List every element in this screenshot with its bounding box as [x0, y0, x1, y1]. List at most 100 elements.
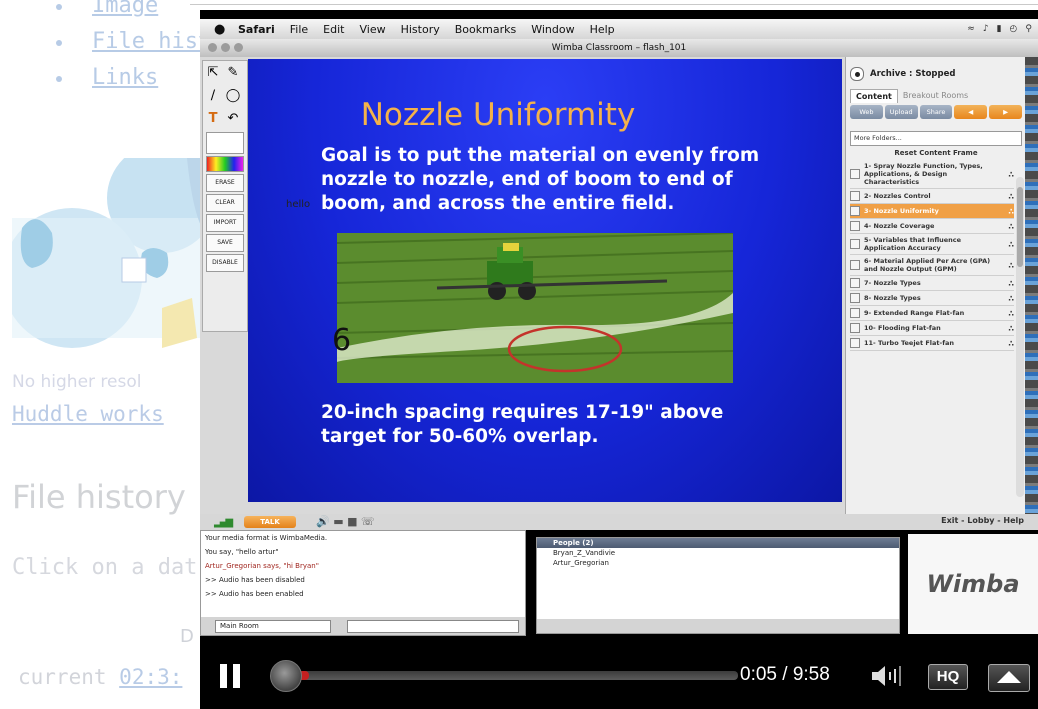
current-version-row: current 02:3:	[18, 665, 182, 689]
apple-menu-icon[interactable]: ●	[214, 22, 228, 37]
menu-file[interactable]: File	[290, 23, 308, 36]
wifi-icon[interactable]: ≈	[967, 24, 975, 34]
people-header: People (2)	[537, 538, 899, 548]
content-scrollbar[interactable]	[1016, 177, 1024, 497]
clock-icon[interactable]: ◴	[1010, 24, 1018, 34]
edit-icon[interactable]: ∴	[1004, 294, 1014, 303]
participant-row[interactable]: Bryan_Z_Vandivie	[537, 548, 899, 558]
volume-icon[interactable]	[870, 664, 906, 688]
menu-edit[interactable]: Edit	[323, 23, 344, 36]
color-palette[interactable]	[206, 156, 244, 172]
slide-title: Nozzle Uniformity	[360, 97, 636, 133]
window-title: Wimba Classroom – flash_101	[551, 43, 687, 53]
content-list-item[interactable]: 6- Material Applied Per Acre (GPA) and N…	[850, 255, 1014, 276]
hq-button[interactable]: HQ	[928, 664, 968, 690]
edit-icon[interactable]: ∴	[1004, 261, 1014, 270]
reset-content-frame[interactable]: Reset Content Frame	[846, 149, 1026, 157]
line-tool-icon[interactable]: ∕	[204, 88, 222, 106]
participant-row[interactable]: Artur_Gregorian	[537, 558, 899, 568]
text-tool-icon[interactable]: T	[204, 111, 222, 129]
spotlight-icon[interactable]: ⚲	[1025, 24, 1032, 34]
content-list-item[interactable]: 5- Variables that Influence Application …	[850, 234, 1014, 255]
content-list-item[interactable]: 4- Nozzle Coverage ∴	[850, 219, 1014, 234]
close-window-button[interactable]	[208, 43, 217, 52]
chat-room-bar: Main Room	[201, 617, 525, 635]
ellipse-tool-icon[interactable]: ◯	[224, 88, 242, 106]
zoom-window-button[interactable]	[234, 43, 243, 52]
presentation-slide[interactable]: Nozzle Uniformity Goal is to put the mat…	[248, 59, 842, 502]
select-tool-icon[interactable]: ⇱	[204, 65, 222, 83]
content-list-item[interactable]: 1- Spray Nozzle Function, Types, Applica…	[850, 160, 1014, 189]
whiteboard-tool-panel: ⇱ ✎ ∕ ◯ T ↶ ERASE CLEAR IMPORT SAVE DISABLE	[202, 60, 248, 332]
huddle-link[interactable]: Huddle works	[12, 402, 164, 426]
wimba-logo: Wimba	[908, 534, 1038, 634]
folder-select[interactable]: More Folders...	[850, 131, 1022, 146]
menu-app-safari[interactable]: Safari	[238, 23, 275, 36]
content-item-label: 1- Spray Nozzle Function, Types, Applica…	[864, 162, 983, 186]
fullscreen-button[interactable]	[988, 664, 1030, 692]
tab-content[interactable]: Content	[850, 89, 898, 103]
upload-button[interactable]: Upload	[884, 105, 918, 119]
disable-button[interactable]: DISABLE	[206, 254, 244, 272]
content-list-item[interactable]: 7- Nozzle Types ∴	[850, 276, 1014, 291]
mac-menubar: ● Safari File Edit View History Bookmark…	[200, 19, 1038, 39]
save-button[interactable]: SAVE	[206, 234, 244, 252]
wiki-thumbnail-image[interactable]	[12, 158, 202, 368]
web-button[interactable]: Web	[850, 105, 883, 119]
clear-slide-button[interactable]: CLEAR	[206, 194, 244, 212]
talk-button[interactable]: TALK	[244, 516, 296, 528]
edit-icon[interactable]: ∴	[1004, 339, 1014, 348]
line-width-selector[interactable]	[206, 132, 244, 154]
edit-icon[interactable]: ∴	[1004, 207, 1014, 216]
pencil-tool-icon[interactable]: ✎	[224, 65, 242, 83]
erase-button[interactable]: ERASE	[206, 174, 244, 192]
menu-help[interactable]: Help	[590, 23, 615, 36]
wiki-link-image[interactable]: Image	[55, 0, 211, 24]
wiki-link-links[interactable]: Links	[55, 60, 211, 96]
chat-input[interactable]	[347, 620, 519, 633]
signal-strength-icon: ▂▄▆	[214, 517, 233, 528]
undo-tool-icon[interactable]: ↶	[224, 111, 242, 129]
menu-view[interactable]: View	[359, 23, 385, 36]
page-icon	[850, 308, 860, 318]
edit-icon[interactable]: ∴	[1004, 309, 1014, 318]
exit-lobby-help-links[interactable]: Exit - Lobby - Help	[941, 516, 1024, 525]
content-list-item[interactable]: 2- Nozzles Control ∴	[850, 189, 1014, 204]
archive-status-label: Archive : Stopped	[870, 69, 956, 79]
seek-handle[interactable]	[270, 660, 302, 692]
record-icon[interactable]	[850, 67, 864, 81]
pause-button[interactable]	[220, 664, 244, 688]
content-item-label: 6- Material Applied Per Acre (GPA) and N…	[864, 257, 991, 273]
content-item-label: 10- Flooding Flat-fan	[864, 324, 941, 332]
content-list-item[interactable]: 10- Flooding Flat-fan ∴	[850, 321, 1014, 336]
menu-window[interactable]: Window	[531, 23, 574, 36]
current-version-link[interactable]: 02:3:	[119, 665, 182, 689]
content-list-item[interactable]: 11- Turbo Teejet Flat-fan ∴	[850, 336, 1014, 351]
seek-bar[interactable]	[298, 671, 738, 680]
import-button[interactable]: IMPORT	[206, 214, 244, 232]
audio-controls-icons[interactable]: 🔊 ▬ ■ ☏	[316, 515, 375, 528]
edit-icon[interactable]: ∴	[1004, 240, 1014, 249]
edit-icon[interactable]: ∴	[1004, 222, 1014, 231]
share-button[interactable]: Share	[919, 105, 953, 119]
content-item-label: 3- Nozzle Uniformity	[864, 207, 939, 215]
volume-icon[interactable]: ♪	[983, 24, 989, 34]
archive-status[interactable]: Archive : Stopped	[850, 65, 1018, 83]
room-select[interactable]: Main Room	[215, 620, 331, 633]
content-list-item[interactable]: 3- Nozzle Uniformity ∴	[850, 204, 1014, 219]
content-list-item[interactable]: 9- Extended Range Flat-fan ∴	[850, 306, 1014, 321]
menu-bookmarks[interactable]: Bookmarks	[455, 23, 516, 36]
minimize-window-button[interactable]	[221, 43, 230, 52]
battery-icon[interactable]: ▮	[997, 24, 1002, 34]
menu-history[interactable]: History	[401, 23, 440, 36]
wiki-link-file-history[interactable]: File hist	[55, 24, 211, 60]
edit-icon[interactable]: ∴	[1004, 279, 1014, 288]
next-slide-button[interactable]: ▶	[989, 105, 1022, 119]
content-list-item[interactable]: 8- Nozzle Types ∴	[850, 291, 1014, 306]
video-player[interactable]: ● Safari File Edit View History Bookmark…	[200, 10, 1038, 709]
previous-slide-button[interactable]: ◀	[954, 105, 988, 119]
edit-icon[interactable]: ∴	[1004, 324, 1014, 333]
edit-icon[interactable]: ∴	[1004, 170, 1014, 179]
tab-breakout-rooms[interactable]: Breakout Rooms	[898, 89, 973, 103]
edit-icon[interactable]: ∴	[1004, 192, 1014, 201]
